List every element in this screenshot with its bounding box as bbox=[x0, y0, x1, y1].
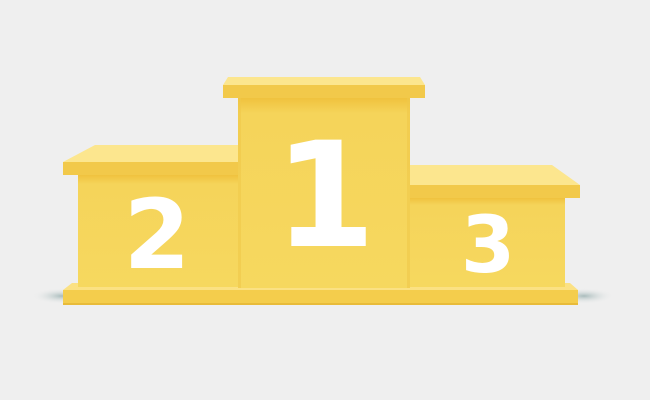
rank-1-numeral: 1 bbox=[274, 111, 376, 281]
rank-3-numeral: 3 bbox=[461, 201, 515, 291]
podium-second: 2 bbox=[63, 145, 238, 291]
podium-third: 3 bbox=[410, 165, 580, 291]
podium-first: 1 bbox=[223, 77, 425, 288]
podium-illustration: 2 3 1 bbox=[0, 0, 650, 400]
podium-svg: 2 3 1 bbox=[32, 77, 614, 305]
rank-2-numeral: 2 bbox=[124, 179, 191, 291]
